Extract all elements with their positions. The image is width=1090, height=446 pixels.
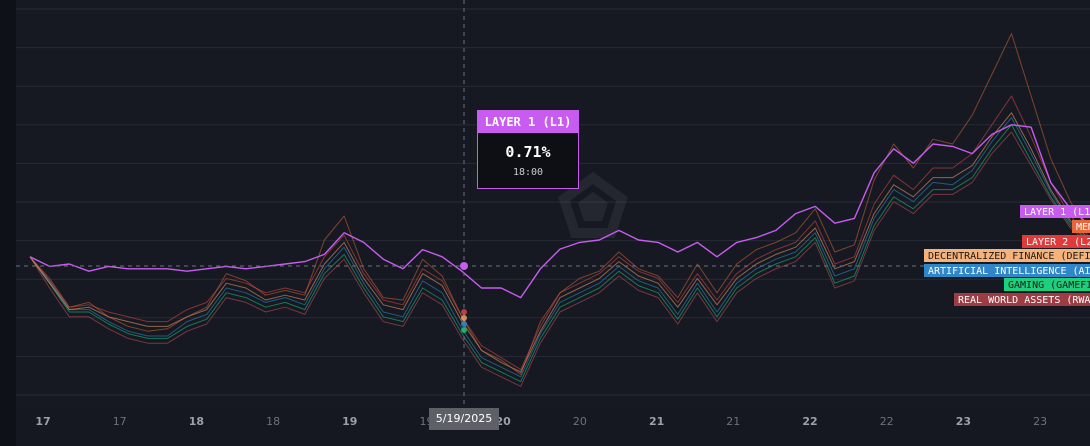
crosshair-point [461, 327, 467, 333]
legend-tag[interactable]: REAL WORLD ASSETS (RWA) [954, 293, 1090, 306]
legend-tag[interactable]: GAMING (GAMEFI) [1004, 278, 1090, 291]
legend-tag-label: GAMING (GAMEFI) [1008, 280, 1090, 291]
x-tick-label: 23 [1033, 415, 1047, 428]
tooltip-series-name: LAYER 1 (L1) [478, 111, 578, 133]
x-tick-label: 19 [342, 415, 357, 428]
crosshair-point [460, 262, 468, 270]
tooltip-time: 18:00 [512, 167, 544, 178]
crosshair-point [461, 315, 467, 321]
legend-tag-label: MEME [1076, 222, 1090, 233]
x-tick-label: 21 [726, 415, 740, 428]
x-axis-ticks: 17 17 18 18 19 19 20 20 21 21 22 22 23 23 [35, 415, 1047, 428]
legend-tag[interactable]: MEME [1072, 220, 1090, 233]
series-line-meme[interactable] [29, 33, 1090, 375]
x-tick-label: 17 [35, 415, 50, 428]
tooltip-value: 0.71% [505, 143, 551, 161]
legend-tag-label: LAYER 1 (L1) [1024, 207, 1090, 218]
legend-tag[interactable]: LAYER 1 (L1) [1020, 205, 1090, 218]
crosshair-date-label: 5/19/2025 [429, 408, 499, 430]
legend-tag-label: ARTIFICIAL INTELLIGENCE (AI) [928, 266, 1090, 277]
x-tick-label: 20 [573, 415, 587, 428]
crosshair-point [461, 321, 467, 327]
x-tick-label: 23 [956, 415, 971, 428]
x-tick-label: 22 [802, 415, 817, 428]
legend-tag-label: REAL WORLD ASSETS (RWA) [958, 295, 1090, 306]
legend-tag[interactable]: ARTIFICIAL INTELLIGENCE (AI) [924, 264, 1090, 277]
legend-tag-label: LAYER 2 (L2) [1026, 237, 1090, 248]
line-chart[interactable]: 17 17 18 18 19 19 20 20 21 21 22 22 23 23 LAYER 1 (L1… [0, 0, 1090, 446]
chart-stage: 17 17 18 18 19 19 20 20 21 21 22 22 23 23 LAYER 1 (L1… [0, 0, 1090, 446]
x-tick-label: 22 [880, 415, 894, 428]
crosshair [16, 0, 1090, 408]
x-tick-label: 18 [266, 415, 280, 428]
crosshair-point [461, 309, 467, 315]
legend-tag[interactable]: DECENTRALIZED FINANCE (DEFI) [924, 249, 1090, 262]
x-tick-label: 21 [649, 415, 664, 428]
series-tooltip: LAYER 1 (L1) 0.71% 18:00 [477, 110, 579, 189]
legend-tag-label: DECENTRALIZED FINANCE (DEFI) [928, 251, 1090, 262]
x-tick-label: 17 [113, 415, 127, 428]
x-tick-label: 18 [189, 415, 204, 428]
legend-tag[interactable]: LAYER 2 (L2) [1022, 235, 1090, 248]
